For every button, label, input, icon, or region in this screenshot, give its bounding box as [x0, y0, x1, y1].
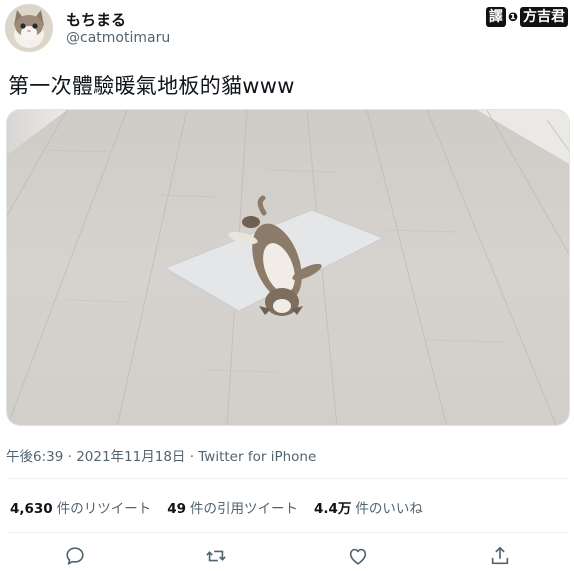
tweet-date[interactable]: 2021年11月18日 — [76, 449, 185, 465]
like-count[interactable]: 4.4万 件のいいね — [314, 497, 423, 517]
author-display-name[interactable]: もちまる — [66, 9, 126, 30]
tweet-photo[interactable] — [6, 109, 570, 426]
avatar[interactable] — [5, 4, 53, 52]
divider — [6, 478, 568, 479]
tweet-time[interactable]: 午後6:39 — [6, 449, 63, 465]
tweet-source[interactable]: Twitter for iPhone — [198, 449, 316, 465]
stat-count: 4,630 — [10, 501, 53, 517]
share-icon — [491, 546, 509, 565]
retweet-button[interactable] — [205, 545, 229, 569]
share-button[interactable] — [489, 545, 513, 569]
engagement-stats: 4,630 件のリツイート 49 件の引用ツイート 4.4万 件のいいね — [10, 497, 423, 517]
reply-icon — [66, 547, 84, 565]
author-handle[interactable]: @catmotimaru — [66, 30, 170, 46]
tweet-text: 第一次體驗暖氣地板的貓www — [8, 74, 295, 98]
badge-part-1: 譯 — [485, 7, 506, 27]
meta-separator: · — [63, 449, 77, 465]
stat-label: 件のいいね — [355, 501, 423, 517]
translator-badge: 譯 ❶ 方吉君 — [485, 7, 568, 27]
stat-label: 件のリツイート — [56, 501, 152, 517]
action-bar — [0, 541, 574, 571]
tweet-meta: 午後6:39 · 2021年11月18日 · Twitter for iPhon… — [6, 445, 316, 465]
cat-on-floor-photo — [7, 110, 569, 425]
meta-separator: · — [185, 449, 199, 465]
stat-count: 49 — [167, 501, 186, 517]
quote-count[interactable]: 49 件の引用ツイート — [167, 497, 298, 517]
stat-label: 件の引用ツイート — [190, 501, 298, 517]
retweet-count[interactable]: 4,630 件のリツイート — [10, 497, 151, 517]
badge-part-2: 方吉君 — [520, 7, 568, 27]
retweet-icon — [206, 550, 226, 562]
like-button[interactable] — [347, 545, 371, 569]
like-icon — [349, 548, 367, 565]
divider — [6, 532, 568, 533]
stat-count: 4.4万 — [314, 501, 352, 517]
reply-button[interactable] — [64, 545, 88, 569]
badge-separator: ❶ — [507, 10, 518, 24]
